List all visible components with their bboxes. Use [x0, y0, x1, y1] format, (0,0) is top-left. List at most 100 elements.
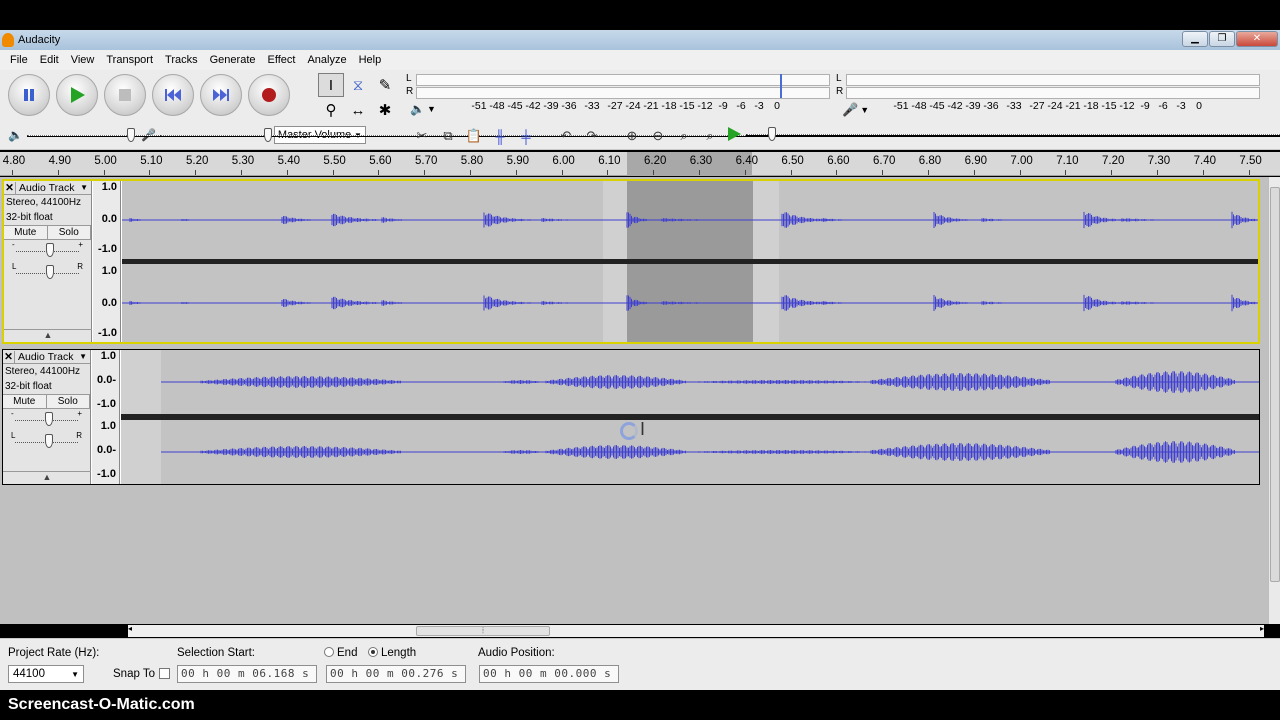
meter-dropdown-arrow-icon[interactable]: ▼ — [860, 105, 869, 115]
paste-button[interactable]: 📋 — [462, 125, 486, 147]
zoom-tool-button[interactable]: ⚲ — [318, 98, 344, 122]
vertical-scrollbar[interactable] — [1268, 177, 1280, 624]
menu-generate[interactable]: Generate — [204, 54, 262, 66]
gain-knob[interactable] — [46, 243, 54, 257]
scroll-right-arrow-icon[interactable]: ▸ — [1260, 624, 1264, 633]
gain-knob[interactable] — [45, 412, 53, 426]
close-button[interactable]: ✕ — [1236, 31, 1278, 47]
undo-button[interactable]: ↶ — [554, 125, 578, 147]
gain-slider[interactable]: - + — [10, 240, 85, 262]
pause-button[interactable] — [8, 74, 50, 116]
timeline-ruler[interactable]: 4.80 4.90 5.00 5.10 5.20 5.30 5.40 5.50 5.60 5.70… — [0, 152, 1280, 176]
meter-label-left: L — [406, 73, 412, 84]
input-volume-slider[interactable] — [159, 128, 1280, 142]
audio-position-field[interactable]: 00 h 00 m 00.000 s — [479, 665, 619, 683]
chevron-down-icon[interactable]: ▼ — [80, 183, 91, 192]
play-speed-slider[interactable] — [746, 127, 1280, 141]
track-name-menu[interactable]: Audio Track — [15, 351, 79, 363]
snap-to-checkbox[interactable] — [159, 668, 170, 679]
scroll-left-arrow-icon[interactable]: ◂ — [128, 624, 132, 633]
multi-tool-button[interactable]: ✱ — [372, 98, 398, 122]
waveform-area[interactable] — [121, 350, 1259, 484]
mute-button[interactable]: Mute — [3, 395, 47, 408]
vertical-scroll-thumb[interactable] — [1270, 187, 1280, 582]
collapse-track-button[interactable]: ▲ — [3, 471, 91, 482]
horizontal-scrollbar[interactable]: ◂ ⦙ ▸ — [128, 624, 1264, 637]
output-volume-slider[interactable] — [26, 128, 1280, 142]
meter-tick: -9 — [1140, 100, 1150, 112]
tracks-panel[interactable]: ✕ Audio Track ▼ Stereo, 44100Hz 32-bit f… — [0, 177, 1268, 624]
envelope-tool-button[interactable]: ⧖ — [345, 73, 371, 97]
silence-button[interactable]: ╪ — [514, 125, 538, 147]
minimize-button[interactable]: ▁ — [1182, 31, 1208, 47]
meter-tick: -24 — [625, 100, 641, 112]
selection-start-field[interactable]: 00 h 00 m 06.168 s — [177, 665, 317, 683]
end-radio[interactable] — [324, 647, 334, 657]
play-button[interactable] — [56, 74, 98, 116]
trim-button[interactable]: ╫ — [488, 125, 512, 147]
selection-length-field[interactable]: 00 h 00 m 00.276 s — [326, 665, 466, 683]
pan-slider[interactable]: L R — [9, 431, 84, 453]
menu-edit[interactable]: Edit — [34, 54, 65, 66]
ruler-tick-label: 6.40 — [735, 155, 758, 167]
mute-button[interactable]: Mute — [4, 226, 48, 239]
track-control-panel[interactable]: ✕ Audio Track ▼ Stereo, 44100Hz 32-bit f… — [3, 350, 91, 484]
maximize-button[interactable]: ❐ — [1209, 31, 1235, 47]
magnifier-icon: ⚲ — [325, 102, 337, 119]
audio-track-1[interactable]: ✕ Audio Track ▼ Stereo, 44100Hz 32-bit f… — [2, 179, 1260, 344]
timeshift-tool-button[interactable]: ↔ — [345, 98, 371, 122]
pan-knob[interactable] — [46, 265, 54, 279]
ruler-tick — [1019, 170, 1021, 175]
record-button[interactable] — [248, 74, 290, 116]
menu-file[interactable]: File — [4, 54, 34, 66]
gain-slider[interactable]: - + — [9, 409, 84, 431]
scale-label: 1.0 — [100, 350, 116, 362]
horizontal-scroll-thumb[interactable]: ⦙ — [416, 626, 550, 636]
audio-track-2[interactable]: ✕ Audio Track ▼ Stereo, 44100Hz 32-bit f… — [2, 349, 1260, 485]
menu-view[interactable]: View — [65, 54, 101, 66]
skip-start-button[interactable] — [152, 74, 194, 116]
play-speed-thumb[interactable] — [768, 127, 776, 141]
redo-button[interactable]: ↷ — [580, 125, 604, 147]
fit-selection-button[interactable]: ⌕ — [672, 125, 696, 147]
ruler-tick-label: 5.20 — [185, 155, 209, 167]
track-control-panel[interactable]: ✕ Audio Track ▼ Stereo, 44100Hz 32-bit f… — [4, 181, 92, 342]
draw-tool-button[interactable]: ✎ — [372, 73, 398, 97]
cut-button[interactable]: ✂ — [410, 125, 434, 147]
waveform-area[interactable] — [122, 181, 1258, 342]
track-name-menu[interactable]: Audio Track — [16, 182, 80, 194]
zoom-in-button[interactable]: ⊕ — [620, 125, 644, 147]
input-volume-thumb[interactable] — [263, 128, 272, 142]
menu-help[interactable]: Help — [353, 54, 388, 66]
project-rate-label: Project Rate (Hz): — [8, 647, 100, 659]
skip-end-button[interactable] — [200, 74, 242, 116]
menu-transport[interactable]: Transport — [100, 54, 159, 66]
project-rate-select[interactable]: 44100 ▼ — [8, 665, 84, 683]
fit-project-button[interactable]: ⌕ — [698, 125, 722, 147]
track-close-button[interactable]: ✕ — [4, 181, 16, 194]
chevron-down-icon[interactable]: ▼ — [79, 352, 90, 361]
zoom-out-button[interactable]: ⊖ — [646, 125, 670, 147]
ruler-tick-label: 6.80 — [918, 155, 942, 167]
track-vertical-ruler: 1.0 0.0 -1.0 1.0 0.0 -1.0 — [93, 181, 121, 342]
solo-button[interactable]: Solo — [46, 395, 90, 408]
ruler-tick-label: 7.10 — [1056, 155, 1079, 167]
copy-button[interactable]: ⧉ — [436, 125, 460, 147]
meter-dropdown-arrow-icon[interactable]: ▼ — [427, 104, 436, 114]
ruler-tick — [1065, 170, 1067, 175]
output-volume-thumb[interactable] — [126, 128, 135, 142]
meter-bar-left — [416, 74, 830, 86]
menu-analyze[interactable]: Analyze — [301, 54, 352, 66]
ruler-tick-label: 6.00 — [552, 155, 575, 167]
collapse-track-button[interactable]: ▲ — [4, 329, 92, 340]
track-close-button[interactable]: ✕ — [3, 350, 15, 363]
pan-knob[interactable] — [45, 434, 53, 448]
length-radio[interactable] — [368, 647, 378, 657]
selection-tool-button[interactable]: I — [318, 73, 344, 97]
pan-slider[interactable]: L R — [10, 262, 85, 284]
menu-effect[interactable]: Effect — [262, 54, 302, 66]
play-at-speed-icon[interactable] — [726, 126, 742, 142]
solo-button[interactable]: Solo — [47, 226, 91, 239]
menu-tracks[interactable]: Tracks — [159, 54, 204, 66]
stop-button[interactable] — [104, 74, 146, 116]
